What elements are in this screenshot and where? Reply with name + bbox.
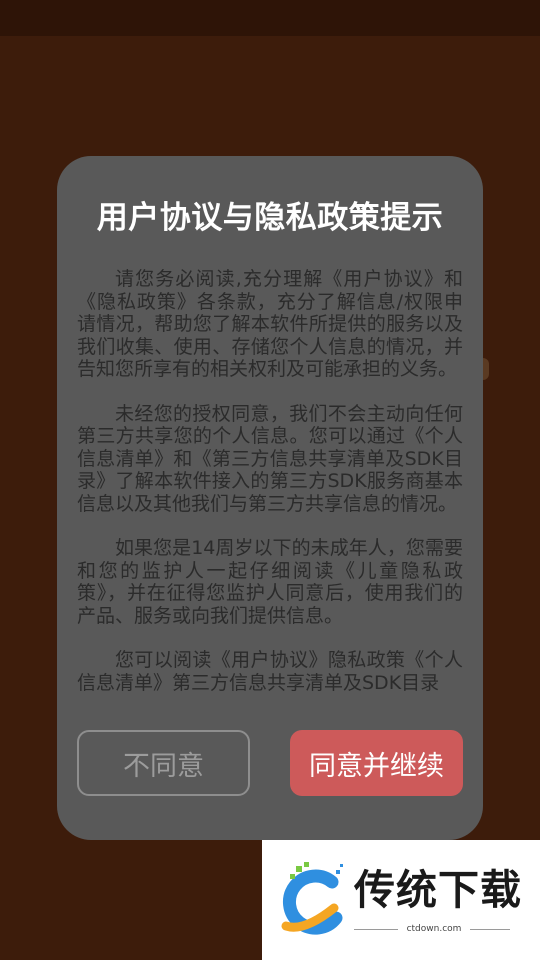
app-screen: 用户协议与隐私政策提示 请您务必阅读,充分理解《用户协议》和《隐私政策》各条款，…	[0, 0, 540, 960]
disagree-button[interactable]: 不同意	[77, 730, 250, 796]
watermark-url: ctdown.com	[406, 924, 462, 934]
dialog-paragraph: 如果您是14周岁以下的未成年人，您需要和您的监护人一起仔细阅读《儿童隐私政策》，…	[77, 537, 463, 627]
dialog-title: 用户协议与隐私政策提示	[96, 200, 444, 236]
dialog-paragraph: 请您务必阅读,充分理解《用户协议》和《隐私政策》各条款，充分了解信息/权限申请情…	[77, 268, 463, 380]
status-bar	[0, 0, 540, 36]
dialog-paragraph: 您可以阅读《用户协议》隐私政策《个人信息清单》第三方信息共享清单及SDK目录	[77, 649, 463, 694]
watermark-logo-icon	[281, 862, 343, 935]
watermark-divider	[470, 929, 510, 930]
watermark-divider	[354, 929, 398, 930]
dialog-paragraph: 未经您的授权同意，我们不会主动向任何第三方共享您的个人信息。您可以通过《个人信息…	[77, 402, 463, 515]
watermark-banner: 传统下载 ctdown.com	[262, 840, 540, 960]
watermark-brand-name: 传统下载	[354, 866, 522, 914]
dialog-body-scroll[interactable]: 请您务必阅读,充分理解《用户协议》和《隐私政策》各条款，充分了解信息/权限申请情…	[77, 268, 463, 704]
agree-button[interactable]: 同意并继续	[290, 730, 463, 796]
